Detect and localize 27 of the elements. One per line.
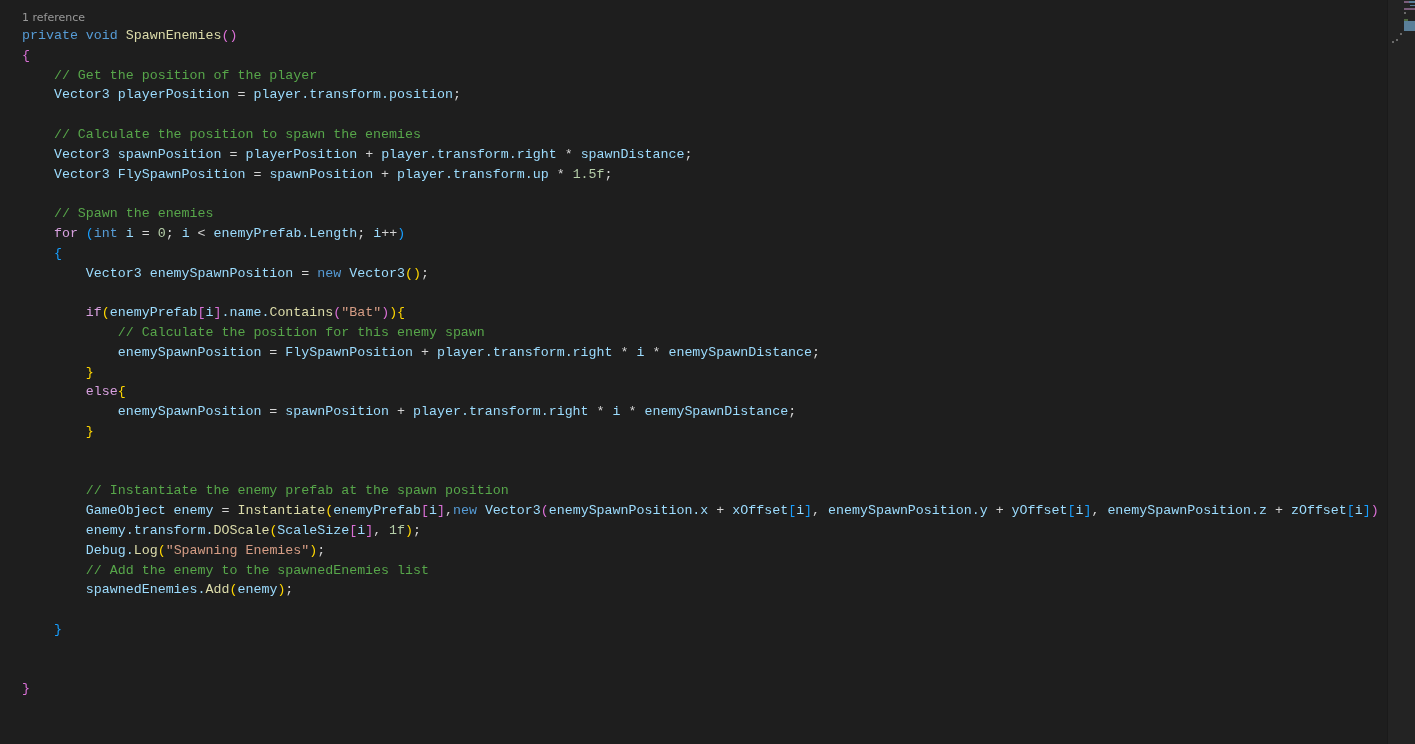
code-lens-link[interactable]: 1 reference (22, 9, 1387, 26)
code-line: if(enemyPrefab[i].name.Contains("Bat")){ (84, 304, 406, 323)
code-line: // Calculate the position for this enemy spawn (116, 323, 485, 342)
code-line: else{ (84, 383, 126, 402)
code-line: { (22, 46, 30, 65)
code-line: spawnedEnemies.Add(enemy); (84, 581, 294, 600)
code-line: Debug.Log("Spawning Enemies"); (84, 541, 326, 560)
code-line: // Get the position of the player (52, 66, 318, 85)
code-line: Vector3 spawnPosition = playerPosition + player.transform.right * spawnDistance; (52, 145, 693, 164)
code-line: // Spawn the enemies (52, 205, 214, 224)
code-line: // Instantiate the enemy prefab at the spawn position (84, 482, 509, 501)
code-line: Vector3 enemySpawnPosition = new Vector3(); (84, 264, 429, 283)
code-line: } (52, 620, 62, 639)
code-line: { (52, 244, 62, 263)
code-line: enemySpawnPosition = FlySpawnPosition + player.transform.right * i * enemySpawnDistance; (116, 343, 821, 362)
code-line: // Add the enemy to the spawnedEnemies list (84, 561, 429, 580)
code-line: GameObject enemy = Instantiate(enemyPrefab[i],new Vector3(enemySpawnPosition.x + xOffset[i], enemySpawnPosition.y + yOffset[i], enemySpawnPosition.z + zOffset[i]) (84, 502, 1379, 521)
code-line: // Calculate the position to spawn the enemies (52, 126, 421, 144)
code-line: enemySpawnPosition = spawnPosition + player.transform.right * i * enemySpawnDistance; (116, 403, 797, 422)
code-line: private void SpawnEnemies() (22, 27, 238, 45)
code-line: Vector3 playerPosition = player.transform.position; (52, 86, 461, 105)
code-line: for (int i = 0; i < enemyPrefab.Length; i++) (52, 224, 406, 243)
code-line: } (84, 363, 94, 382)
code-line: enemy.transform.DOScale(ScaleSize[i], 1f); (84, 521, 422, 540)
code-line: Vector3 FlySpawnPosition = spawnPosition + player.transform.up * 1.5f; (52, 165, 613, 184)
code-line: } (84, 422, 94, 441)
code-line: } (22, 680, 30, 699)
